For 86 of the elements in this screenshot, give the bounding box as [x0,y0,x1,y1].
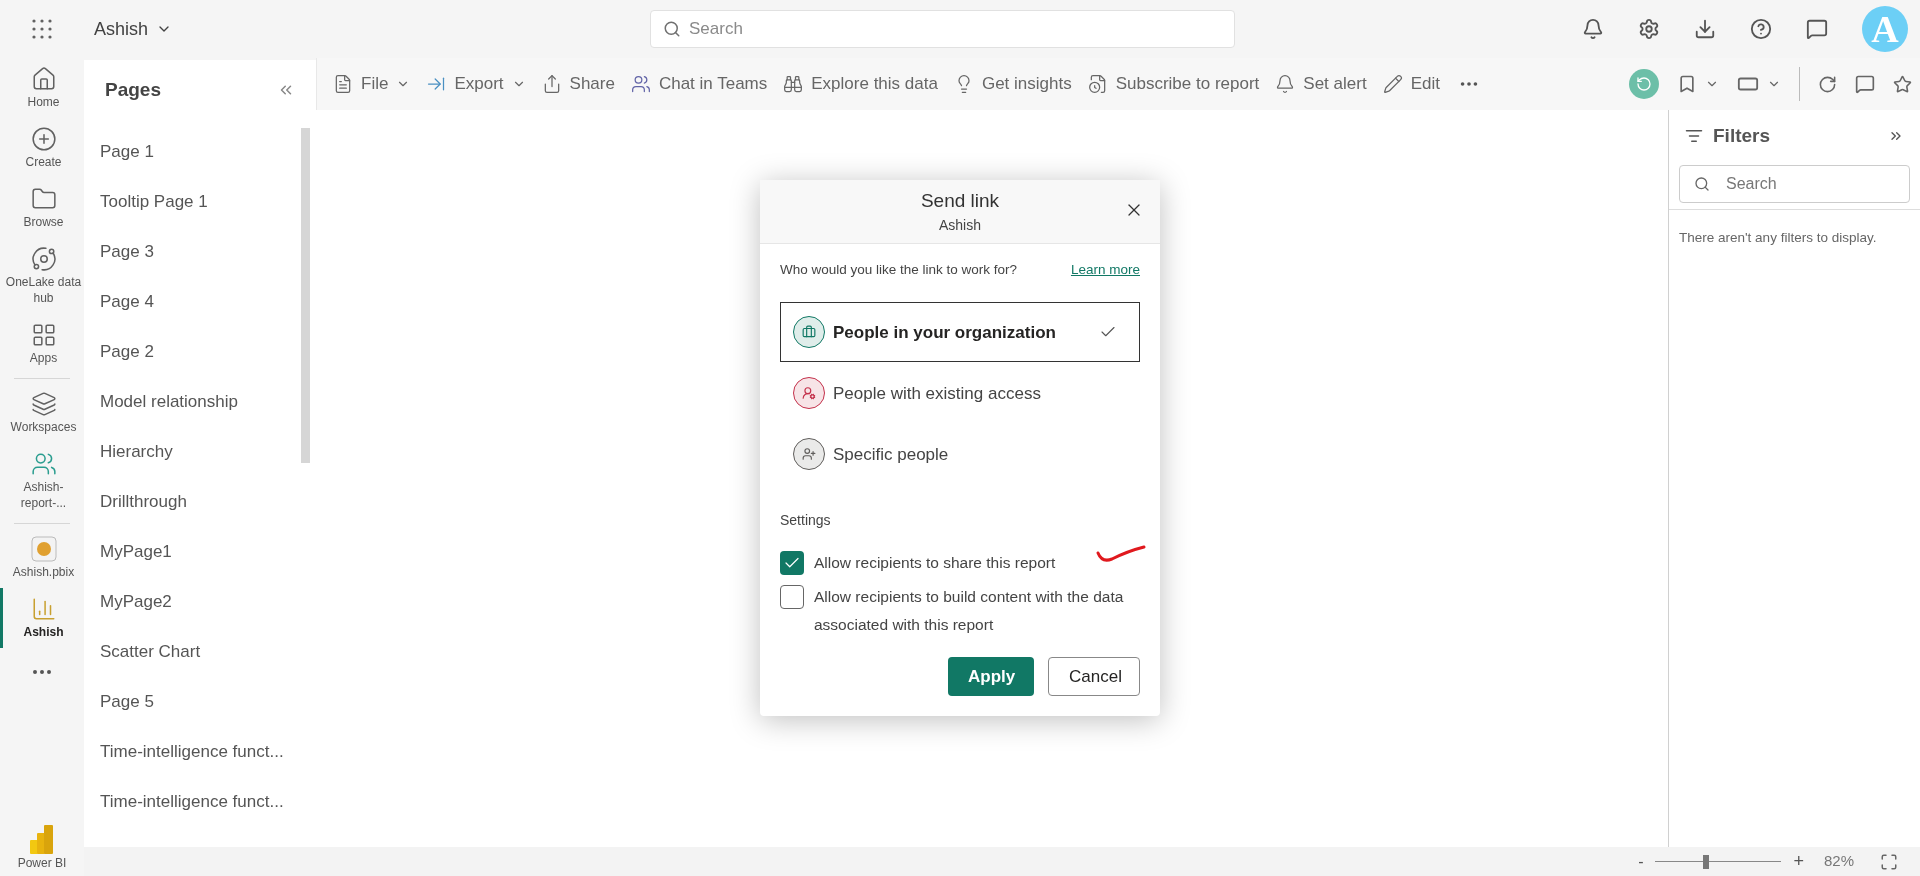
checkbox-label: Allow recipients to share this report [814,553,1056,574]
nav-item[interactable]: Ashish.pbix [0,528,84,588]
page-item[interactable]: Time-intelligence funct... [84,726,316,777]
page-item[interactable]: MyPage1 [84,526,316,577]
bookmark-icon [1677,74,1697,94]
nav-item[interactable]: Browse [0,178,84,238]
page-item[interactable]: Hierarchy [84,426,316,477]
panel-title: Pages [105,78,161,102]
people-icon [30,451,57,477]
checkbox[interactable] [780,551,804,576]
dialog-title: Send link [920,188,1000,213]
page-item[interactable]: Time-intelligence funct... [84,776,316,827]
pencil-icon [1382,74,1403,94]
link-option[interactable]: People with existing access [780,363,1140,424]
home-icon [30,66,57,92]
settings-heading: Settings [780,511,832,531]
nav-item[interactable]: Workspaces [0,383,84,443]
teams-icon [630,74,651,94]
question-text: Who would you like the link to work for? [780,261,1018,279]
zoom-out-button[interactable]: - [1638,849,1644,874]
bell-icon [1275,74,1296,94]
toolbar-button[interactable]: Share [535,71,621,97]
toolbar-button[interactable]: Set alert [1269,71,1373,97]
page-item[interactable]: Page 5 [84,676,316,727]
bookmark-menu[interactable] [1677,74,1719,94]
orbit-icon [30,246,57,272]
toolbar-button[interactable]: Explore this data [777,71,944,97]
toolbar-button[interactable]: Export [420,71,532,97]
zoom-in-button[interactable]: + [1793,848,1804,875]
page-item[interactable]: MyPage2 [84,576,316,627]
reset-icon [1636,76,1652,92]
favorite-icon[interactable] [1893,74,1912,94]
toolbar-button[interactable]: Chat in Teams [624,71,774,97]
learn-more-link[interactable]: Learn more [1070,260,1140,281]
plus-icon [30,126,57,152]
cancel-button[interactable]: Cancel [1048,657,1140,697]
toolbar-button[interactable]: Edit [1376,71,1446,97]
feedback-icon[interactable] [1806,18,1828,40]
apply-button[interactable]: Apply [948,657,1034,697]
panel-title: Filters [1713,124,1771,148]
checkbox-label: Allow recipients to build content with the data associated with this report [814,587,1125,636]
layers-icon [30,391,57,417]
page-item[interactable]: Tooltip Page 1 [84,176,316,227]
nav-item[interactable]: Create [0,118,84,178]
toolbar-button[interactable]: File [327,71,417,97]
page-item[interactable]: Model relationship [84,376,316,427]
search-box[interactable]: Search [1679,164,1910,203]
zoom-reading: 82% [1823,851,1854,872]
dialog-subtitle: Ashish [939,216,981,236]
download-icon[interactable] [1694,18,1716,40]
fit-to-page-icon[interactable] [1880,852,1898,871]
page-item[interactable]: Drillthrough [84,476,316,527]
bar-chart-icon [30,596,57,622]
search-field[interactable]: Search [689,16,1223,42]
link-option[interactable]: Specific people [780,424,1140,485]
search-field[interactable]: Search [1726,171,1895,196]
power-bi-logo-icon [29,824,55,854]
page-item[interactable]: Page 4 [84,276,316,327]
nav-item[interactable]: Apps [0,314,84,374]
brand[interactable]: Power BI [17,824,67,872]
nav-item[interactable]: Home [0,58,84,118]
link-option[interactable]: People in your organization [780,302,1140,363]
nav-item[interactable]: OneLake data hub [0,238,84,314]
checkbox[interactable] [780,585,804,610]
page-item[interactable]: Page 2 [84,326,316,377]
search-icon [663,20,682,38]
page-item[interactable]: Scatter Chart [84,626,316,677]
page-item[interactable]: Page 3 [84,226,316,277]
empty-message: There aren't any filters to display. [1678,228,1878,247]
search-box[interactable]: Search [650,10,1236,48]
document-icon [333,74,353,94]
comment-icon[interactable] [1855,74,1875,94]
page-item[interactable]: Page 1 [84,126,316,177]
notifications-icon[interactable] [1582,18,1604,40]
binoculars-icon [783,74,804,94]
subscribe-icon [1087,74,1108,94]
settings-icon[interactable] [1638,18,1660,40]
refresh-icon[interactable] [1818,74,1837,94]
zoom-slider[interactable] [1655,854,1782,869]
toolbar-button[interactable]: Subscribe to report [1081,71,1266,97]
help-icon[interactable] [1750,18,1772,40]
toolbar-button[interactable]: Get insights [947,71,1078,97]
workspace-menu[interactable]: Ashish [94,15,173,43]
search-icon [1694,175,1710,192]
nav-item[interactable]: Ashish-report-... [0,443,84,519]
apps-icon [30,322,57,348]
